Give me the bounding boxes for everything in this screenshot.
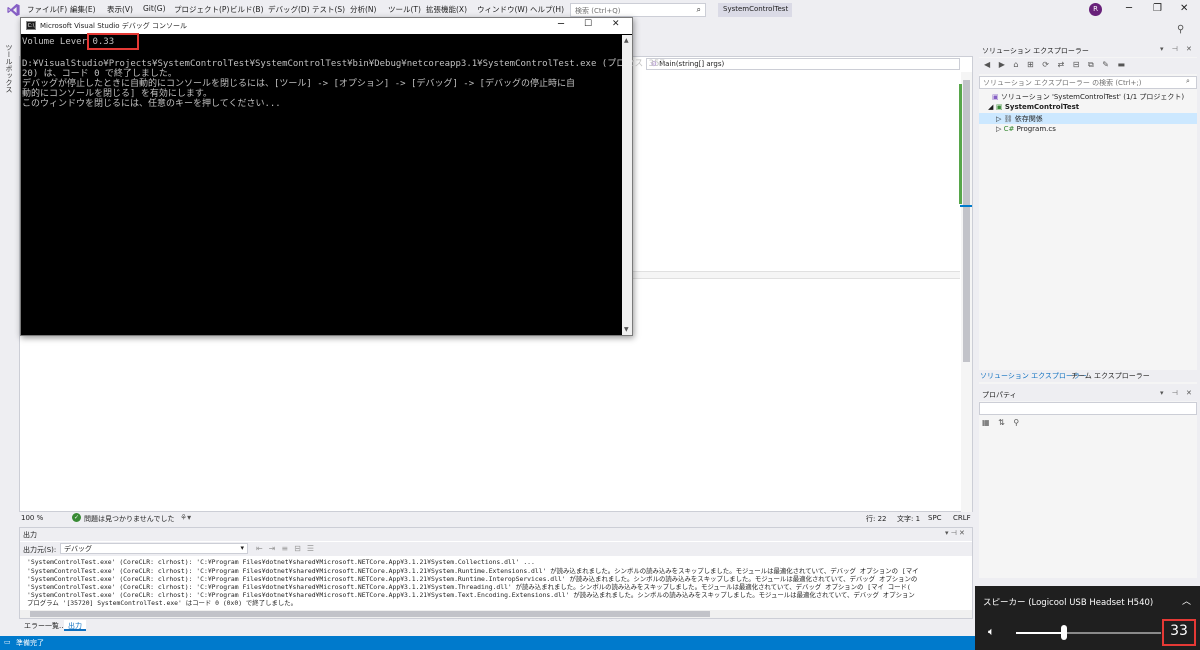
ready-icon: ▭: [4, 638, 11, 646]
search-input[interactable]: 検索 (Ctrl+Q) ⌕: [570, 3, 706, 17]
tree-item-solution[interactable]: ▣ ソリューション 'SystemControlTest' (1/1 プロジェク…: [992, 92, 1184, 102]
zoom-level[interactable]: 100 %: [21, 514, 43, 522]
panel-pin-close-icons[interactable]: ▾ ⊣ ✕: [1160, 389, 1195, 397]
menu-item[interactable]: 分析(N): [350, 4, 376, 15]
search-icon: ⌕: [696, 5, 701, 14]
search-placeholder: 検索 (Ctrl+Q): [575, 7, 621, 15]
chevron-down-icon: ▾: [240, 544, 244, 552]
maximize-icon[interactable]: ❐: [1153, 3, 1162, 14]
volume-slider-fill: [1016, 632, 1064, 634]
console-scrollbar[interactable]: [622, 35, 632, 335]
live-share-icon[interactable]: ⚲: [1177, 24, 1184, 35]
output-panel-title: 出力: [23, 531, 37, 539]
expanded-triangle-icon: ◢: [988, 103, 994, 111]
issues-status[interactable]: 問題は見つかりませんでした: [84, 514, 174, 524]
indent-mode[interactable]: SPC: [928, 514, 942, 522]
tab-output[interactable]: 出力: [64, 620, 86, 631]
pin-icon[interactable]: ▾ ⊣ ✕: [945, 529, 965, 537]
status-bar: [0, 636, 975, 650]
close-icon[interactable]: ✕: [1180, 3, 1188, 14]
menu-item[interactable]: ヘルプ(H): [530, 4, 564, 15]
console-app-icon: C:\: [26, 21, 36, 30]
speaker-icon[interactable]: 🔈︎: [988, 625, 995, 639]
output-source-select[interactable]: デバッグ ▾: [60, 543, 248, 554]
change-tracking-bar: [959, 84, 962, 204]
toolbox-strip: [0, 40, 18, 512]
collapsed-triangle-icon: ▷: [996, 115, 1002, 123]
console-line: このウィンドウを閉じるには、任意のキーを押してください...: [22, 99, 281, 109]
solution-icon: ▣: [992, 93, 999, 101]
project-name-badge[interactable]: SystemControlTest: [718, 3, 792, 17]
volume-value-highlight: [87, 33, 139, 50]
minimize-icon[interactable]: ─: [1126, 3, 1132, 14]
status-ready-text: 準備完了: [16, 639, 44, 647]
tree-item-label: SystemControlTest: [1004, 103, 1080, 111]
panel-pin-close-icons[interactable]: ▾ ⊣ ✕: [1160, 45, 1195, 53]
method-name: Main(string[] args): [659, 60, 725, 68]
output-source-value: デバッグ: [64, 545, 92, 553]
menu-item[interactable]: ツール(T): [388, 4, 421, 15]
menu-item[interactable]: ウィンドウ(W): [477, 4, 528, 15]
close-icon[interactable]: ✕: [612, 19, 620, 29]
chevron-up-icon[interactable]: ︿: [1182, 594, 1191, 607]
output-line: プログラム '[35720] SystemControlTest.exe' はコ…: [27, 599, 298, 607]
method-navigation-dropdown[interactable]: ⊙ Main(string[] args): [646, 58, 960, 70]
tree-item-dependencies[interactable]: ▷ ⛓ 依存関係: [996, 114, 1043, 124]
chevron-up-icon[interactable]: ▲: [624, 37, 629, 44]
menu-item[interactable]: 拡張機能(X): [426, 4, 467, 15]
volume-level-value: 33: [1170, 623, 1188, 639]
output-toolbar-icons[interactable]: ⇤⇥≡⊟☰: [256, 544, 320, 553]
volume-slider-thumb[interactable]: [1061, 625, 1067, 640]
output-line: 'SystemControlTest.exe' (CoreCLR: clrhos…: [27, 558, 535, 566]
properties-title: プロパティ: [982, 391, 1017, 399]
tab-error-list[interactable]: エラー一覧...: [20, 620, 70, 631]
caret-position-marker: [960, 205, 972, 207]
solution-explorer-title: ソリューション エクスプローラー: [982, 47, 1089, 55]
tree-item-label: 依存関係: [1014, 115, 1043, 123]
menu-item[interactable]: 表示(V): [107, 4, 133, 15]
output-panel-header: [20, 528, 972, 541]
tree-item-program-cs[interactable]: ▷ C# Program.cs: [996, 125, 1056, 133]
minimize-icon[interactable]: ─: [558, 19, 564, 30]
menu-item[interactable]: デバッグ(D): [268, 4, 310, 15]
console-title: Microsoft Visual Studio デバッグ コンソール: [40, 22, 187, 30]
menu-item[interactable]: プロジェクト(P): [174, 4, 229, 15]
solution-search-placeholder: ソリューション エクスプローラー の検索 (Ctrl+;): [983, 79, 1142, 87]
audio-device-name[interactable]: スピーカー (Logicool USB Headset H540): [983, 596, 1153, 608]
code-cleanup-icon[interactable]: ⚘▾: [180, 513, 191, 522]
collapsed-triangle-icon: ▷: [996, 125, 1002, 133]
solution-explorer-toolbar-icons[interactable]: ◀ ▶ ⌂ ⊞ ⟳ ⇄ ⊟ ⧉ ✎ ▬: [984, 60, 1128, 70]
line-ending[interactable]: CRLF: [953, 514, 971, 522]
output-source-label: 出力元(S):: [23, 546, 57, 554]
search-icon[interactable]: ⌕: [1186, 77, 1190, 86]
line-number: 行: 22: [866, 515, 887, 523]
properties-panel: [979, 388, 1197, 578]
visual-studio-logo-icon: [7, 3, 20, 17]
menu-item[interactable]: Git(G): [143, 4, 166, 13]
menu-item[interactable]: ファイル(F): [27, 4, 67, 15]
csharp-file-icon: C#: [1003, 125, 1015, 133]
properties-object-select[interactable]: [979, 402, 1197, 415]
csharp-project-icon: ▣: [995, 103, 1003, 111]
maximize-icon[interactable]: ☐: [584, 19, 592, 29]
column-number: 文字: 1: [897, 515, 921, 523]
tree-item-label: Program.cs: [1016, 125, 1056, 133]
properties-toolbar-icons[interactable]: ▦ ⇅ ⚲: [982, 418, 1022, 427]
user-avatar[interactable]: R: [1089, 3, 1102, 16]
solution-explorer-search[interactable]: ソリューション エクスプローラー の検索 (Ctrl+;): [979, 76, 1197, 89]
bottom-tab-strip: [19, 619, 973, 631]
menu-item[interactable]: テスト(S): [312, 4, 345, 15]
tree-item-label: ソリューション 'SystemControlTest' (1/1 プロジェクト): [1000, 93, 1185, 101]
tab-team-explorer[interactable]: チーム エクスプローラー: [1071, 371, 1150, 381]
toolbox-tab[interactable]: ツールボックス: [4, 44, 14, 93]
menu-item[interactable]: 編集(E): [70, 4, 96, 15]
output-scrollbar-thumb[interactable]: [30, 611, 710, 617]
menu-item[interactable]: ビルド(B): [230, 4, 264, 15]
dependencies-icon: ⛓: [1003, 115, 1013, 123]
check-circle-icon: ✓: [72, 513, 81, 522]
chevron-down-icon[interactable]: ▼: [624, 326, 629, 333]
editor-scrollbar-thumb[interactable]: [963, 80, 970, 362]
tree-item-project[interactable]: ◢ ▣ SystemControlTest: [988, 103, 1079, 111]
